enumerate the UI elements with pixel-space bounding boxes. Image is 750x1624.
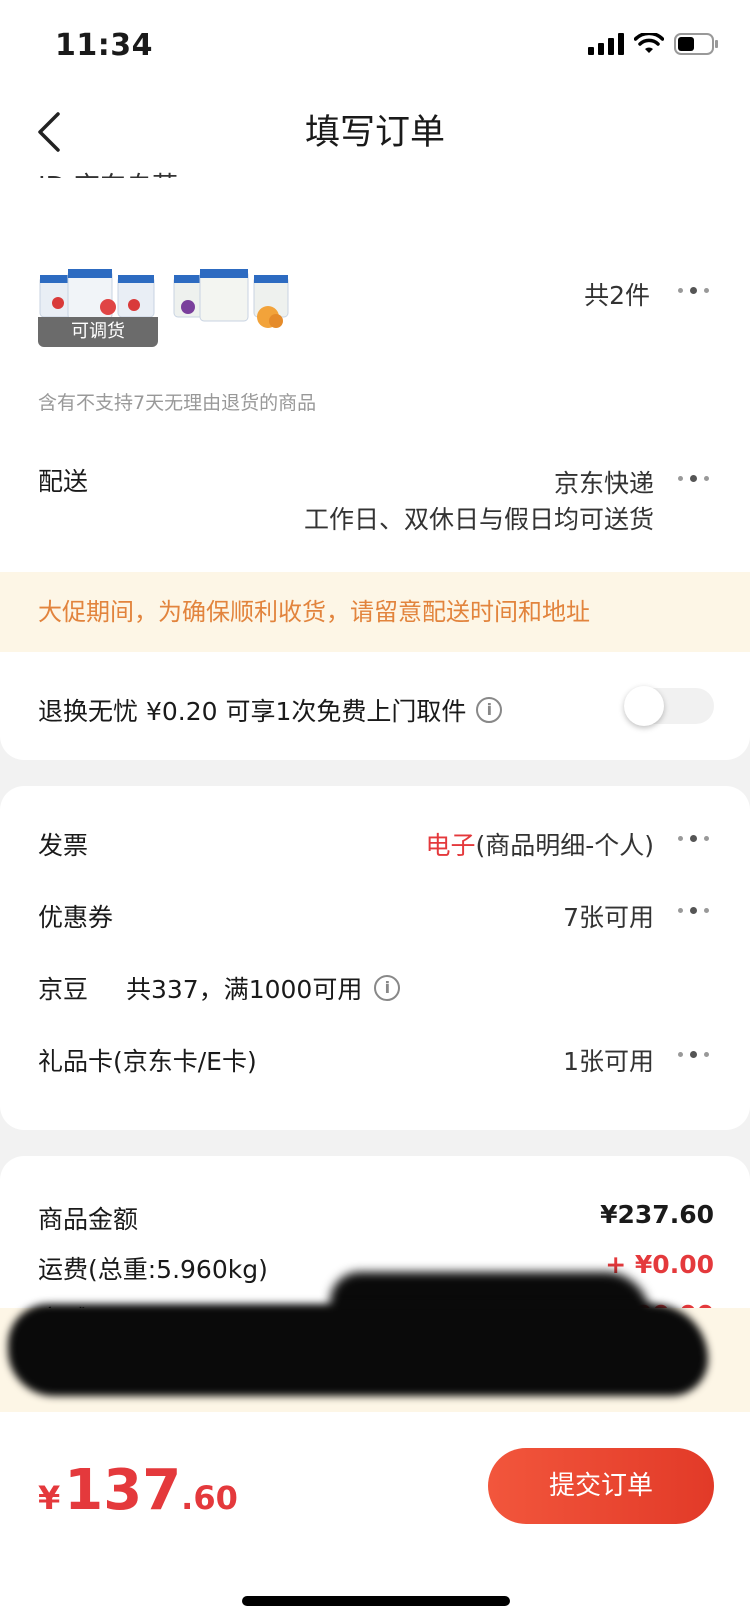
goods-amount-row: 商品金额 ¥237.60	[38, 1200, 714, 1240]
info-icon[interactable]: i	[374, 975, 401, 1001]
coupon-label: 优惠券	[38, 903, 114, 932]
gift-card-label: 礼品卡(京东卡/E卡)	[38, 1047, 257, 1076]
gift-card-row[interactable]: 礼品卡(京东卡/E卡) 1张可用	[38, 1038, 750, 1078]
price-currency: ¥	[38, 1479, 61, 1517]
page-title: 填写订单	[304, 113, 445, 153]
signal-icon	[588, 33, 624, 55]
freight-label: 运费(总重:5.960kg)	[38, 1255, 268, 1284]
shipping-carrier[interactable]: 京东快递	[554, 464, 654, 500]
status-icons	[588, 32, 720, 56]
order-items-card: JD 京东自营 可调货	[0, 170, 750, 760]
return-policy-notice: 含有不支持7天无理由退货的商品	[38, 392, 317, 414]
invoice-row[interactable]: 发票 电子(商品明细-个人)	[38, 822, 750, 862]
return-service-toggle[interactable]	[624, 686, 714, 726]
more-icon[interactable]	[674, 1050, 714, 1060]
toggle-knob	[624, 686, 664, 726]
invoice-type: 电子	[425, 831, 476, 860]
jd-beans-info: 共337，满1000可用 i	[126, 970, 401, 1006]
goods-amount-value: ¥237.60	[600, 1200, 714, 1229]
goods-amount-label: 商品金额	[38, 1205, 139, 1234]
more-icon[interactable]	[674, 906, 714, 916]
more-icon[interactable]	[674, 286, 714, 296]
jd-beans-value: 共337，满1000可用	[126, 975, 363, 1004]
coupon-value: 7张可用	[563, 903, 654, 932]
jd-beans-row: 京豆 共337，满1000可用 i	[38, 966, 750, 1006]
submit-order-button[interactable]: 提交订单	[488, 1448, 714, 1524]
redaction-mark	[8, 1304, 708, 1396]
status-bar: 11:34	[0, 0, 750, 92]
price-decimal: .60	[181, 1479, 238, 1517]
jd-beans-label: 京豆	[38, 975, 89, 1004]
product-thumbnail[interactable]: 可调货	[38, 267, 158, 347]
total-price: ¥ 137 .60	[38, 1458, 238, 1523]
home-indicator[interactable]	[242, 1596, 510, 1606]
coupon-row[interactable]: 优惠券 7张可用	[38, 894, 750, 934]
payment-options-card: 发票 电子(商品明细-个人) 优惠券 7张可用 京豆 共337，满1000可用 …	[0, 786, 750, 1130]
checkout-bar: ¥ 137 .60 提交订单	[0, 1412, 750, 1624]
status-time: 11:34	[55, 28, 153, 63]
shipping-schedule[interactable]: 工作日、双休日与假日均可送货	[304, 500, 654, 536]
item-count: 共2件	[584, 281, 650, 310]
invoice-detail: (商品明细-个人)	[475, 831, 654, 860]
battery-icon	[674, 33, 718, 55]
restock-tag: 可调货	[38, 317, 158, 347]
promo-notice-banner: 大促期间，为确保顺利收货，请留意配送时间和地址	[0, 572, 750, 652]
nav-bar: 填写订单	[0, 92, 750, 170]
wifi-icon	[634, 33, 664, 53]
product-thumbnail[interactable]	[172, 267, 292, 345]
invoice-label: 发票	[38, 831, 89, 860]
more-icon[interactable]	[674, 834, 714, 844]
info-icon[interactable]: i	[476, 697, 503, 723]
price-integer: 137	[64, 1458, 182, 1523]
yogurt-product-image	[173, 269, 289, 328]
return-service-row: 退换无忧 ¥0.20 可享1次免费上门取件 i	[38, 692, 503, 728]
shipping-label: 配送	[38, 467, 89, 496]
product-thumbnails[interactable]: 可调货	[38, 267, 292, 347]
shop-name: JD 京东自营	[38, 166, 178, 178]
more-icon[interactable]	[674, 474, 714, 484]
return-service-text: 退换无忧 ¥0.20 可享1次免费上门取件	[38, 697, 467, 726]
invoice-value: 电子(商品明细-个人)	[425, 826, 654, 862]
gift-card-value: 1张可用	[563, 1047, 654, 1076]
